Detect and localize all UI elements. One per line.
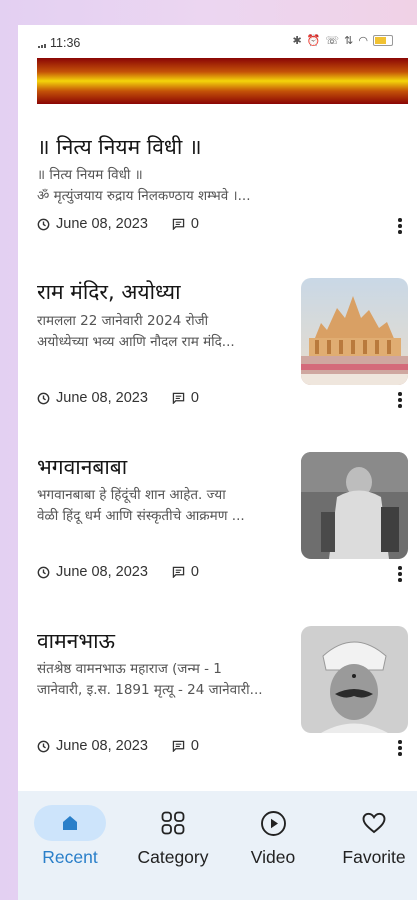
- grid-icon: [161, 811, 185, 835]
- post-meta: June 08, 2023 0: [37, 216, 199, 232]
- battery-icon: [373, 35, 393, 46]
- status-icons: ✱ ⏰ ☏ ⇅ ◠: [292, 34, 393, 47]
- post-title[interactable]: राम मंदिर, अयोध्या: [37, 278, 181, 306]
- status-time: 11:36: [50, 36, 81, 50]
- excerpt-line: रामलला 22 जानेवारी 2024 रोजी: [37, 313, 209, 329]
- nav-recent-pill[interactable]: [34, 805, 106, 841]
- comment-count: 0: [190, 216, 199, 232]
- post-thumbnail[interactable]: [301, 452, 408, 559]
- bluetooth-icon: ✱: [292, 34, 302, 47]
- alarm-icon: ⏰: [306, 34, 321, 47]
- clock-icon: [37, 392, 50, 404]
- post-excerpt: संतश्रेष्ठ वामनभाऊ महाराज (जन्म - 1 जाने…: [37, 659, 295, 701]
- system-nav-bar: [18, 893, 417, 900]
- post-excerpt: भगवानबाबा हे हिंदूंची शान आहेत. ज्या वेळ…: [37, 485, 295, 527]
- clock-icon: [37, 740, 50, 752]
- post-excerpt: ॥ नित्य नियम विधी ॥ ॐ मृत्युंजयाय रुद्रा…: [37, 165, 397, 207]
- nav-label: Favorite: [342, 847, 406, 867]
- more-options-icon[interactable]: [397, 566, 403, 584]
- data-icon: ⇅: [344, 34, 354, 47]
- signal-icon: [38, 44, 46, 48]
- more-options-icon[interactable]: [397, 218, 403, 236]
- excerpt-line: भगवानबाबा हे हिंदूंची शान आहेत. ज्या: [37, 487, 226, 503]
- post-thumbnail[interactable]: [301, 626, 408, 733]
- nav-video[interactable]: Video: [237, 805, 309, 868]
- excerpt-line: संतश्रेष्ठ वामनभाऊ महाराज (जन्म - 1: [37, 661, 222, 677]
- post-date: June 08, 2023: [56, 390, 148, 406]
- play-circle-icon: [260, 810, 286, 836]
- post-title[interactable]: ॥ नित्य नियम विधी ॥: [37, 133, 202, 161]
- wifi-icon: ◠: [358, 34, 368, 47]
- nav-label: Video: [250, 847, 296, 867]
- excerpt-line: ॥ नित्य नियम विधी ॥: [37, 167, 143, 183]
- nav-category[interactable]: Category: [130, 805, 216, 868]
- comment-icon: [172, 218, 185, 230]
- heart-icon: [362, 812, 386, 834]
- nav-favorite[interactable]: Favorite: [336, 805, 412, 868]
- nav-label: Category: [137, 847, 209, 867]
- comment-icon: [172, 566, 185, 578]
- nav-label: Recent: [42, 847, 98, 867]
- post-thumbnail[interactable]: [301, 278, 408, 385]
- home-icon: [63, 816, 77, 830]
- clock-icon: [37, 566, 50, 578]
- excerpt-line: ॐ मृत्युंजयाय रुद्राय निलकण्ठाय शम्भवे ।…: [37, 188, 251, 204]
- bottom-navigation: Recent Category Video Favorite: [18, 791, 417, 900]
- post-meta: June 08, 2023 0: [37, 738, 199, 754]
- post-date: June 08, 2023: [56, 738, 148, 754]
- excerpt-line: अयोध्येच्या भव्य आणि नौदल राम मंदि...: [37, 334, 235, 350]
- post-excerpt: रामलला 22 जानेवारी 2024 रोजी अयोध्येच्या…: [37, 311, 292, 353]
- more-options-icon[interactable]: [397, 740, 403, 758]
- post-meta: June 08, 2023 0: [37, 390, 199, 406]
- post-title[interactable]: भगवानबाबा: [37, 453, 127, 481]
- call-icon: ☏: [325, 34, 340, 47]
- excerpt-line: वेळी हिंदू धर्म आणि संस्कृतीचे आक्रमण ..…: [37, 508, 245, 524]
- comment-count: 0: [190, 564, 199, 580]
- post-meta: June 08, 2023 0: [37, 564, 199, 580]
- comment-icon: [172, 392, 185, 404]
- post-title[interactable]: वामनभाऊ: [37, 627, 115, 655]
- comment-icon: [172, 740, 185, 752]
- comment-count: 0: [190, 390, 199, 406]
- post-date: June 08, 2023: [56, 564, 148, 580]
- status-bar: 11:36 ✱ ⏰ ☏ ⇅ ◠: [18, 25, 417, 57]
- app-screen: 11:36 ✱ ⏰ ☏ ⇅ ◠ ॥ नित्य नियम विधी ॥ ॥ नि…: [18, 25, 417, 900]
- post-date: June 08, 2023: [56, 216, 148, 232]
- clock-icon: [37, 218, 50, 230]
- excerpt-line: जानेवारी, इ.स. 1891 मृत्यू - 24 जानेवारी…: [37, 682, 263, 698]
- comment-count: 0: [190, 738, 199, 754]
- header-banner: [37, 58, 408, 104]
- more-options-icon[interactable]: [397, 392, 403, 410]
- nav-recent[interactable]: Recent: [34, 805, 106, 868]
